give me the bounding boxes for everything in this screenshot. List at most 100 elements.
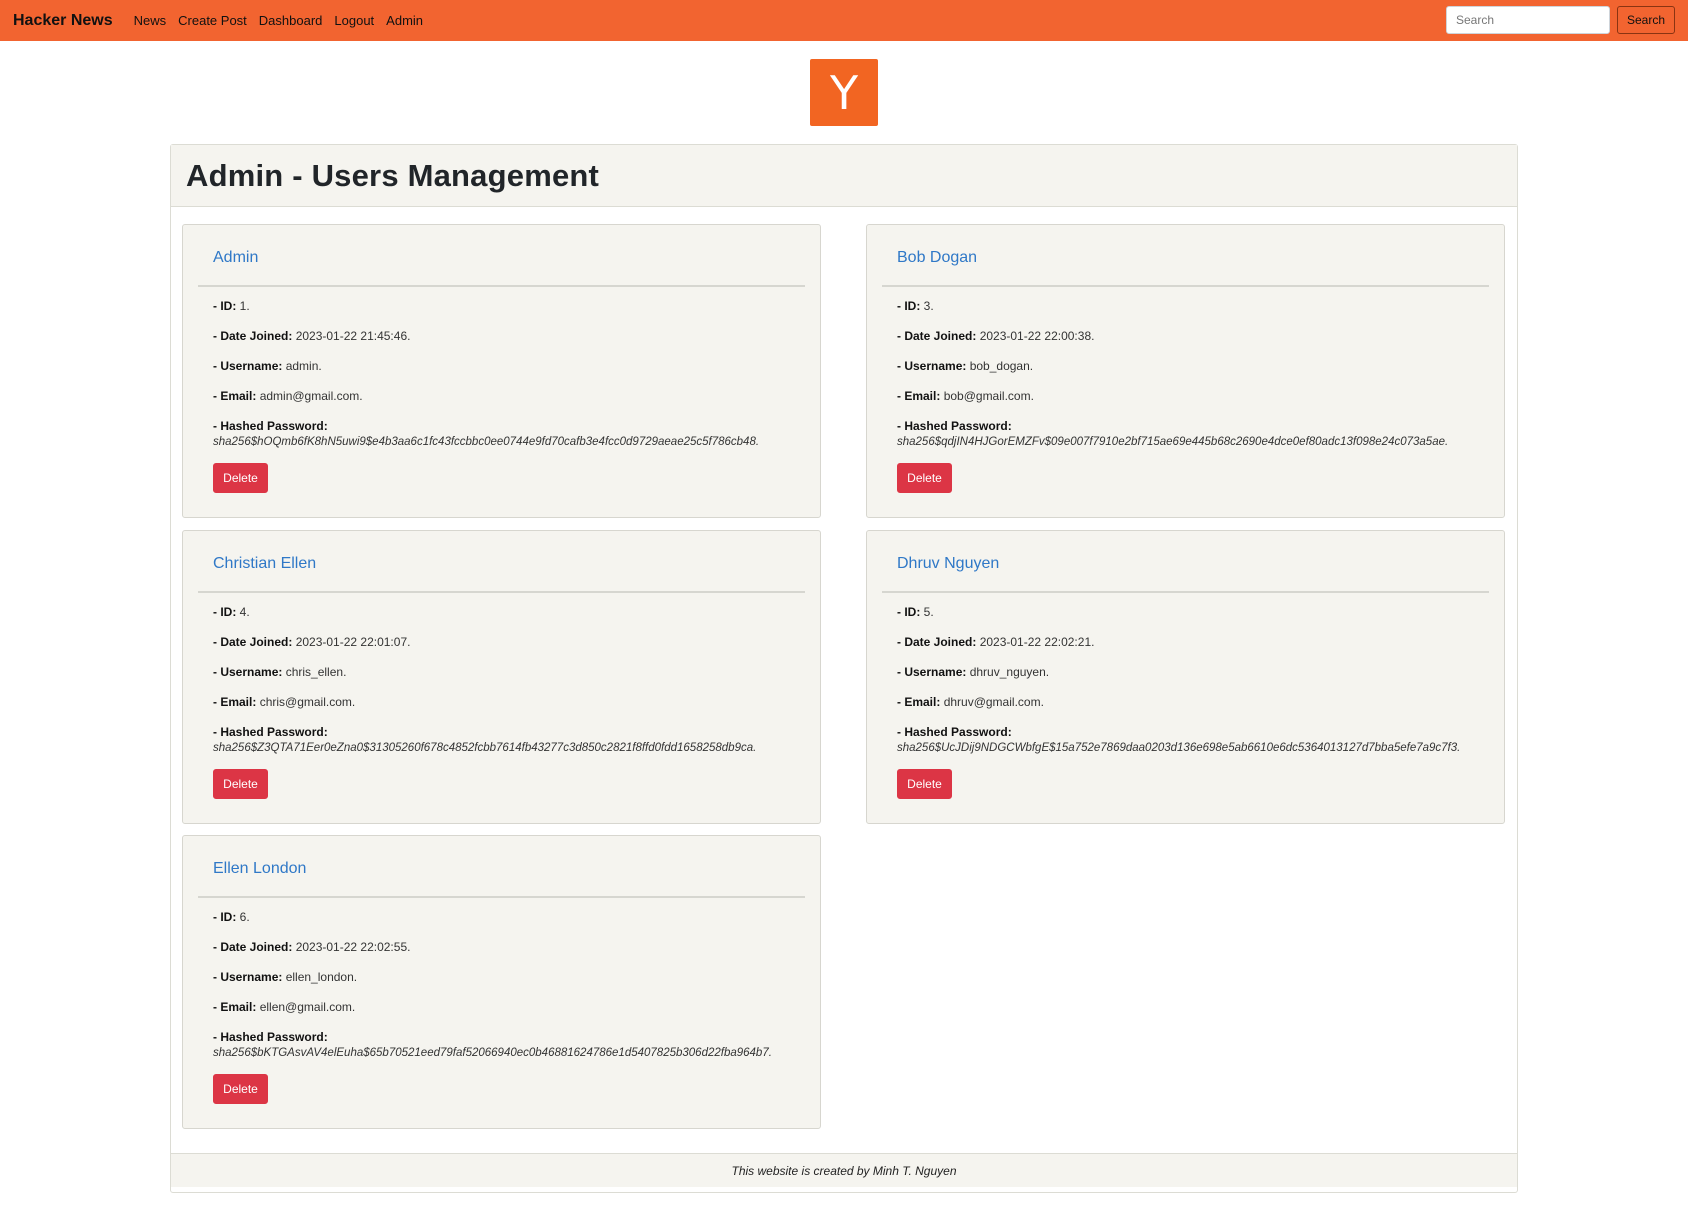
users-management-panel: Admin - Users Management Admin - ID: 1. … [170,144,1518,1193]
id-value: 6. [239,910,250,924]
username-value: chris_ellen. [285,665,347,679]
id-value: 5. [923,605,934,619]
user-name-link[interactable]: Ellen London [213,860,306,878]
page-title: Admin - Users Management [186,157,600,193]
hashed-password-label: - Hashed Password: [897,725,1012,739]
id-value: 1. [239,299,250,313]
hashed-password-value: sha256$qdjIN4HJGorEMZFv$09e007f7910e2bf7… [897,436,1449,448]
date-joined-label: - Date Joined: [897,635,977,649]
username-value: bob_dogan. [969,359,1034,373]
user-card: Ellen London - ID: 6. - Date Joined: 202… [182,835,821,1129]
username-row: - Username: chris_ellen. [213,665,346,679]
date-joined-row: - Date Joined: 2023-01-22 22:01:07. [213,635,410,649]
user-id-row: - ID: 1. [213,299,250,313]
user-id-row: - ID: 3. [897,299,934,313]
user-card: Bob Dogan - ID: 3. - Date Joined: 2023-0… [866,224,1505,518]
date-joined-value: 2023-01-22 22:01:07. [295,635,411,649]
date-joined-value: 2023-01-22 22:02:21. [979,635,1095,649]
nav-link-news[interactable]: News [134,13,167,28]
user-name-link[interactable]: Admin [213,249,258,267]
hashed-password-value: sha256$UcJDij9NDGCWbfgE$15a752e7869daa02… [897,742,1461,754]
delete-user-button[interactable]: Delete [213,1074,268,1104]
footer-text: This website is created by Minh T. Nguye… [731,1163,957,1178]
delete-user-button[interactable]: Delete [213,769,268,799]
date-joined-row: - Date Joined: 2023-01-22 21:45:46. [213,329,410,343]
email-row: - Email: ellen@gmail.com. [213,1000,355,1014]
user-card: Dhruv Nguyen - ID: 5. - Date Joined: 202… [866,530,1505,824]
divider [882,591,1489,593]
email-label: - Email: [897,695,941,709]
username-label: - Username: [897,359,967,373]
nav-link-logout[interactable]: Logout [334,13,374,28]
email-row: - Email: dhruv@gmail.com. [897,695,1044,709]
panel-header: Admin - Users Management [171,145,1517,207]
svg-text:Y: Y [829,66,859,120]
email-row: - Email: bob@gmail.com. [897,389,1034,403]
email-row: - Email: admin@gmail.com. [213,389,363,403]
email-label: - Email: [897,389,941,403]
username-label: - Username: [213,665,283,679]
id-label: - ID: [213,605,237,619]
username-label: - Username: [213,359,283,373]
username-value: admin. [285,359,322,373]
email-value: admin@gmail.com. [259,389,363,403]
username-row: - Username: admin. [213,359,322,373]
search-button[interactable]: Search [1616,6,1675,34]
hashed-password-label: - Hashed Password: [213,725,328,739]
hashed-password-row: - Hashed Password: [213,725,328,739]
user-id-row: - ID: 5. [897,605,934,619]
brand-link[interactable]: Hacker News [13,12,113,30]
username-value: ellen_london. [285,970,358,984]
date-joined-row: - Date Joined: 2023-01-22 22:02:21. [897,635,1094,649]
email-label: - Email: [213,389,257,403]
footer: This website is created by Minh T. Nguye… [171,1153,1517,1187]
email-value: dhruv@gmail.com. [943,695,1044,709]
username-label: - Username: [897,665,967,679]
id-label: - ID: [213,910,237,924]
divider [198,285,805,287]
user-name-link[interactable]: Christian Ellen [213,555,316,573]
divider [882,285,1489,287]
user-name-link[interactable]: Bob Dogan [897,249,977,267]
hashed-password-row: - Hashed Password: [213,419,328,433]
hashed-password-value: sha256$hOQmb6fK8hN5uwi9$e4b3aa6c1fc43fcc… [213,436,760,448]
id-label: - ID: [213,299,237,313]
hashed-password-label: - Hashed Password: [213,419,328,433]
delete-user-button[interactable]: Delete [897,463,952,493]
id-value: 4. [239,605,250,619]
email-value: chris@gmail.com. [259,695,356,709]
nav-link-dashboard[interactable]: Dashboard [259,13,323,28]
email-row: - Email: chris@gmail.com. [213,695,355,709]
username-value: dhruv_nguyen. [969,665,1050,679]
hashed-password-label: - Hashed Password: [897,419,1012,433]
delete-user-button[interactable]: Delete [213,463,268,493]
user-id-row: - ID: 6. [213,910,250,924]
username-row: - Username: ellen_london. [213,970,357,984]
date-joined-row: - Date Joined: 2023-01-22 22:02:55. [213,940,410,954]
hashed-password-row: - Hashed Password: [213,1030,328,1044]
date-joined-value: 2023-01-22 22:00:38. [979,329,1095,343]
user-id-row: - ID: 4. [213,605,250,619]
date-joined-row: - Date Joined: 2023-01-22 22:00:38. [897,329,1094,343]
email-label: - Email: [213,695,257,709]
date-joined-label: - Date Joined: [213,940,293,954]
hashed-password-row: - Hashed Password: [897,419,1012,433]
hashed-password-label: - Hashed Password: [213,1030,328,1044]
user-card: Admin - ID: 1. - Date Joined: 2023-01-22… [182,224,821,518]
hashed-password-row: - Hashed Password: [897,725,1012,739]
user-card: Christian Ellen - ID: 4. - Date Joined: … [182,530,821,824]
nav-link-admin[interactable]: Admin [386,13,423,28]
id-label: - ID: [897,605,921,619]
hashed-password-value: sha256$Z3QTA71Eer0eZna0$31305260f678c485… [213,742,757,754]
email-value: ellen@gmail.com. [259,1000,356,1014]
email-value: bob@gmail.com. [943,389,1034,403]
nav-link-create-post[interactable]: Create Post [178,13,247,28]
user-name-link[interactable]: Dhruv Nguyen [897,555,999,573]
delete-user-button[interactable]: Delete [897,769,952,799]
date-joined-value: 2023-01-22 21:45:46. [295,329,411,343]
date-joined-label: - Date Joined: [213,635,293,649]
search-input[interactable] [1445,6,1610,34]
navbar: Hacker News News Create Post Dashboard L… [0,0,1688,41]
search-form: Search [1445,6,1675,34]
divider [198,591,805,593]
